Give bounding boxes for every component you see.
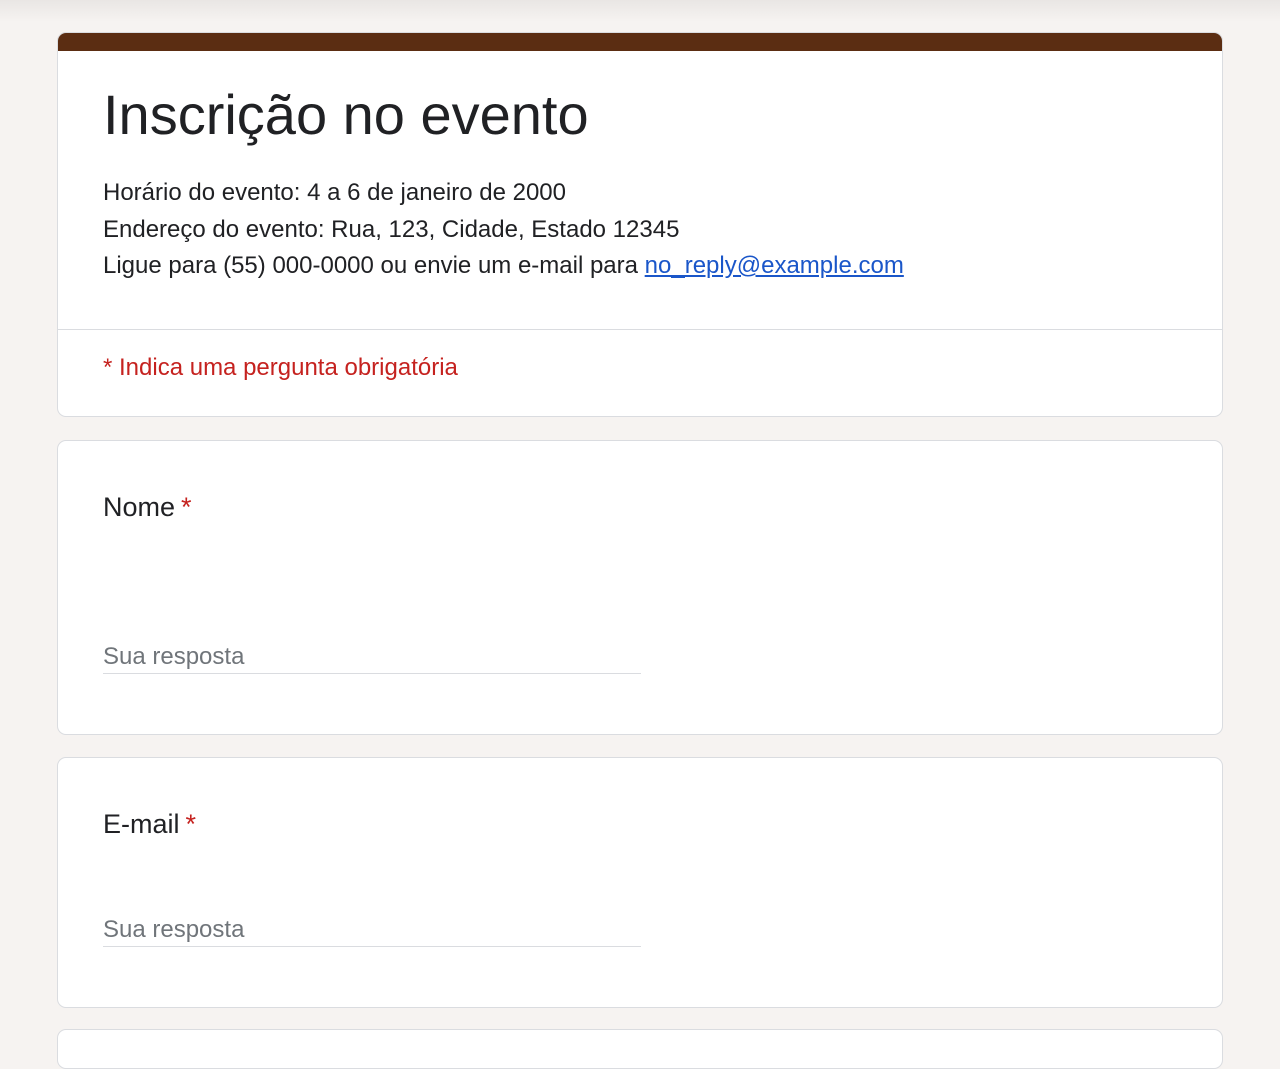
question-title: Nome: [103, 492, 176, 522]
question-title: E-mail: [103, 809, 180, 839]
event-address-text: Endereço do evento: Rua, 123, Cidade, Es…: [103, 215, 680, 243]
email-link[interactable]: no_reply@example.com: [645, 252, 904, 279]
contact-text: Ligue para (55) 000-0000 ou envie um e-m…: [103, 248, 904, 285]
form-description: Horário do evento: 4 a 6 de janeiro de 2…: [103, 175, 904, 285]
accent-bar: [58, 33, 1222, 51]
required-note: * Indica uma pergunta obrigatória: [103, 354, 458, 381]
form-header-card: Inscrição no evento Horário do evento: 4…: [57, 32, 1223, 417]
event-time-text: Horário do evento: 4 a 6 de janeiro de 2…: [103, 179, 566, 206]
header-divider: [58, 329, 1222, 330]
question-card-name: Nome *: [57, 440, 1223, 735]
required-asterisk: *: [181, 492, 192, 522]
top-shadow: [0, 0, 1280, 22]
contact-prefix: Ligue para (55) 000-0000 ou envie um e-m…: [103, 252, 645, 279]
required-asterisk: *: [185, 809, 197, 839]
name-input[interactable]: [103, 640, 641, 674]
question-label-name: Nome *: [103, 490, 192, 524]
form-title: Inscrição no evento: [103, 83, 589, 146]
question-label-email: E-mail *: [103, 807, 196, 841]
email-input[interactable]: [103, 913, 641, 947]
question-card-email: E-mail *: [57, 757, 1223, 1008]
question-card-next: [57, 1029, 1223, 1069]
